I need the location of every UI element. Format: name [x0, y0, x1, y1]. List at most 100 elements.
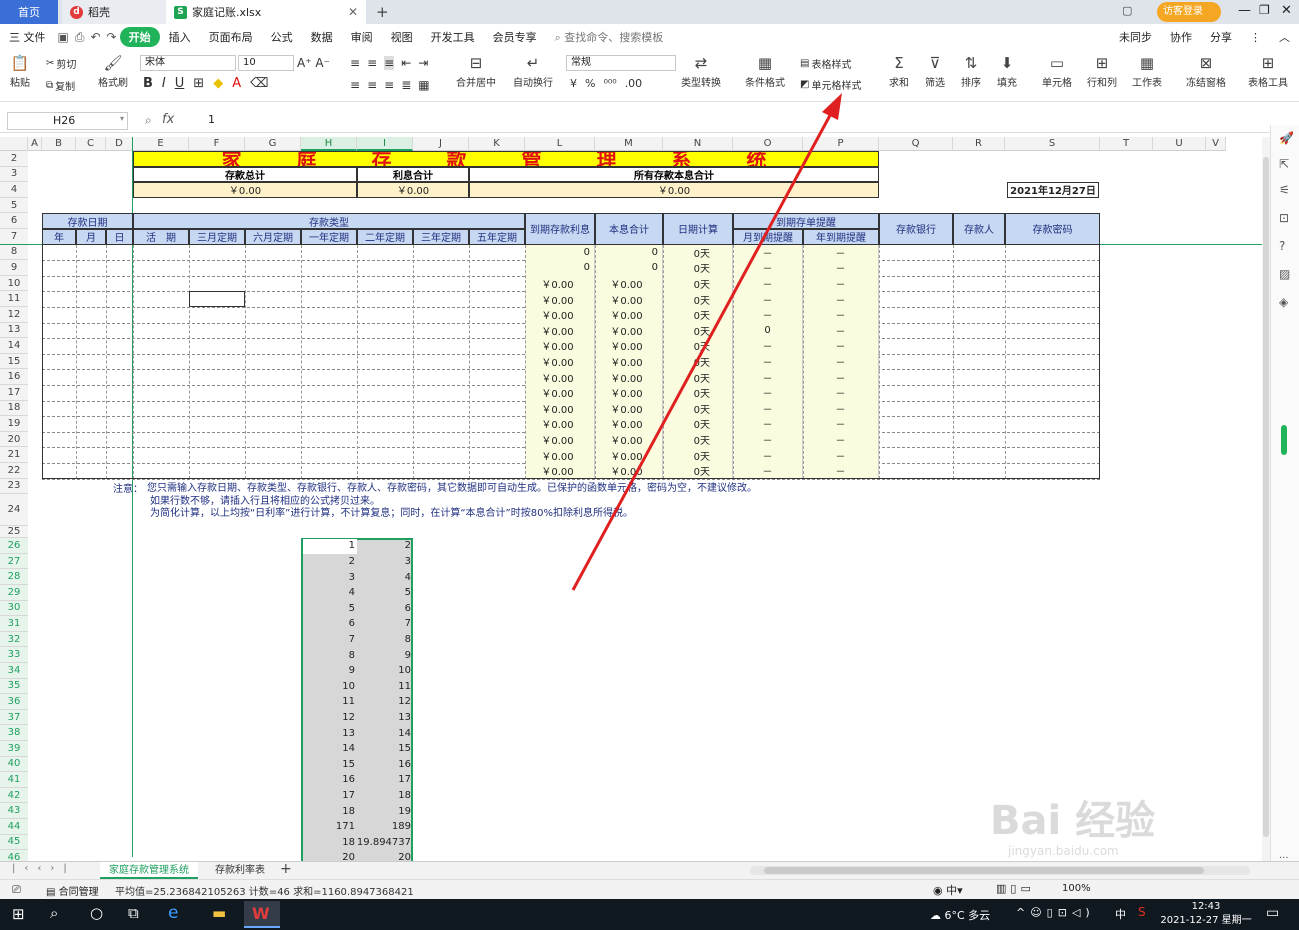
row-header[interactable]: 9 [0, 260, 28, 276]
spreadsheet-grid[interactable]: A B C D E F G H I J K L M N O P Q R S T U V 2 3 4 5 6 7 8 9 10 11 12 13 14… [0, 137, 1262, 861]
vertical-scrollbar[interactable] [1262, 137, 1270, 861]
search-command[interactable]: ⌕ 查找命令、搜索模板 [546, 29, 673, 45]
ie-icon[interactable]: e [168, 903, 178, 923]
horizontal-scrollbar[interactable] [750, 866, 1250, 875]
close-icon[interactable]: ✕ [348, 5, 358, 19]
adjust-icon[interactable]: ⚟ [1279, 183, 1290, 197]
row-header[interactable]: 3 [0, 166, 28, 183]
row-header[interactable]: 29 [0, 585, 28, 601]
row-header[interactable]: 32 [0, 631, 28, 648]
wps-taskbar-button[interactable]: W [244, 901, 280, 928]
row-header[interactable]: 41 [0, 772, 28, 788]
row-header[interactable]: 38 [0, 725, 28, 741]
font-size-select[interactable]: 10 [238, 55, 294, 71]
tab-docer[interactable]: d 稻壳 [62, 0, 166, 24]
menu-file[interactable]: 三 文件 [0, 29, 55, 45]
table-tools-button[interactable]: ⊞ 表格工具 [1248, 54, 1288, 89]
cell-button[interactable]: ▭ 单元格 [1042, 54, 1072, 89]
row-header[interactable]: 8 [0, 244, 28, 261]
col-header[interactable]: R [953, 137, 1005, 151]
format-painter-button[interactable]: 🖌 格式刷 [98, 54, 128, 89]
row-header[interactable]: 30 [0, 600, 28, 617]
col-header[interactable]: D [106, 137, 133, 151]
row-header[interactable]: 33 [0, 647, 28, 663]
col-header[interactable]: B [42, 137, 76, 151]
task-view-icon[interactable]: ⧉ [128, 904, 139, 922]
row-header[interactable]: 34 [0, 663, 28, 679]
merge-button[interactable]: ⊟ 合并居中 [456, 54, 496, 89]
col-header[interactable]: L [525, 137, 595, 151]
type-convert-button[interactable]: ⇄ 类型转换 [681, 54, 721, 89]
tab-home[interactable]: 首页 [0, 0, 58, 24]
help-icon[interactable]: ? [1279, 239, 1285, 253]
menu-data[interactable]: 数据 [302, 29, 342, 45]
add-sheet-icon[interactable]: + [280, 861, 292, 877]
row-header[interactable]: 2 [0, 151, 28, 167]
row-header[interactable]: 4 [0, 182, 28, 198]
row-header[interactable]: 45 [0, 834, 28, 851]
bold-icon[interactable]: B [143, 76, 153, 91]
freeze-button[interactable]: ⊠ 冻结窗格 [1186, 54, 1226, 89]
row-header[interactable]: 5 [0, 197, 28, 214]
view-mode-icons[interactable]: ▥▯▭ [996, 882, 1035, 895]
col-header[interactable]: K [469, 137, 525, 151]
col-header[interactable]: M [595, 137, 663, 151]
formula-input[interactable]: 1 [208, 112, 215, 130]
contract-button[interactable]: ▤ 合同管理 [46, 883, 99, 898]
col-header[interactable]: N [663, 137, 733, 151]
new-tab-icon[interactable]: + [376, 3, 389, 21]
row-header[interactable]: 22 [0, 463, 28, 479]
font-grow-icon[interactable]: A⁺ A⁻ [297, 56, 330, 70]
number-buttons[interactable]: ¥% ⁰⁰⁰ .00 [570, 77, 642, 90]
login-button[interactable]: 访客登录 [1157, 2, 1221, 22]
row-header[interactable]: 13 [0, 322, 28, 339]
zoom-icon[interactable]: ⌕ [145, 113, 152, 128]
row-header[interactable]: 40 [0, 756, 28, 773]
menu-layout[interactable]: 页面布局 [200, 29, 262, 45]
row-header[interactable]: 20 [0, 431, 28, 448]
col-header[interactable]: J [413, 137, 469, 151]
sheet-nav-icon[interactable]: |‹‹›| [12, 863, 76, 874]
menu-review[interactable]: 审阅 [342, 29, 382, 45]
menu-insert[interactable]: 插入 [160, 29, 200, 45]
menu-dev[interactable]: 开发工具 [422, 29, 484, 45]
fill-color-icon[interactable]: ◆ [213, 76, 223, 91]
rocket-icon[interactable]: 🚀 [1279, 131, 1294, 145]
tray-icons[interactable]: ^☺▯⊡◁) [1016, 906, 1095, 919]
row-header[interactable]: 6 [0, 213, 28, 229]
row-header[interactable]: 36 [0, 694, 28, 710]
row-header[interactable]: 43 [0, 803, 28, 819]
row-header[interactable]: 42 [0, 787, 28, 804]
eraser-icon[interactable]: ⌫ [250, 76, 268, 91]
row-header[interactable]: 16 [0, 369, 28, 385]
compass-icon[interactable]: ◈ [1279, 295, 1288, 309]
fill-button[interactable]: ⬇ 填充 [997, 54, 1017, 89]
col-header[interactable]: H [301, 137, 357, 151]
row-header[interactable]: 12 [0, 307, 28, 323]
filter-button[interactable]: ⊽ 筛选 [925, 54, 945, 89]
col-header[interactable]: A [28, 137, 42, 151]
paste-button[interactable]: 📋 粘贴 [10, 54, 30, 89]
collapse-ribbon-icon[interactable]: ︿ [1270, 29, 1299, 45]
fx-label[interactable]: fx [162, 112, 174, 127]
weather-widget[interactable]: ☁ 6°C 多云 [930, 907, 990, 923]
row-header[interactable]: 19 [0, 416, 28, 432]
layout-icon[interactable]: ⊡ [1279, 211, 1289, 225]
file-explorer-icon[interactable]: ▬ [212, 904, 226, 922]
row-header[interactable]: 39 [0, 741, 28, 757]
zoom-level[interactable]: 100% [1062, 883, 1091, 894]
align-bottom-group[interactable]: ≡ ≡ ≡ ≣ ▦ [350, 78, 430, 92]
font-select[interactable]: 宋体 [140, 55, 236, 71]
col-header[interactable]: Q [879, 137, 953, 151]
rowcol-button[interactable]: ⊞ 行和列 [1087, 54, 1117, 89]
clock[interactable]: 12:43 2021-12-27 星期一 [1160, 900, 1252, 928]
window-close-icon[interactable]: ✕ [1281, 3, 1292, 18]
col-header[interactable]: V [1206, 137, 1226, 151]
menu-member[interactable]: 会员专享 [484, 29, 546, 45]
conditional-format-button[interactable]: ▦ 条件格式 [745, 54, 785, 89]
row-header[interactable]: 44 [0, 819, 28, 835]
row-header[interactable]: 46 [0, 850, 28, 861]
windows-start-icon[interactable]: ⊞ [12, 905, 25, 923]
col-header[interactable]: U [1153, 137, 1206, 151]
print-icon[interactable]: ⎙ [72, 30, 88, 45]
